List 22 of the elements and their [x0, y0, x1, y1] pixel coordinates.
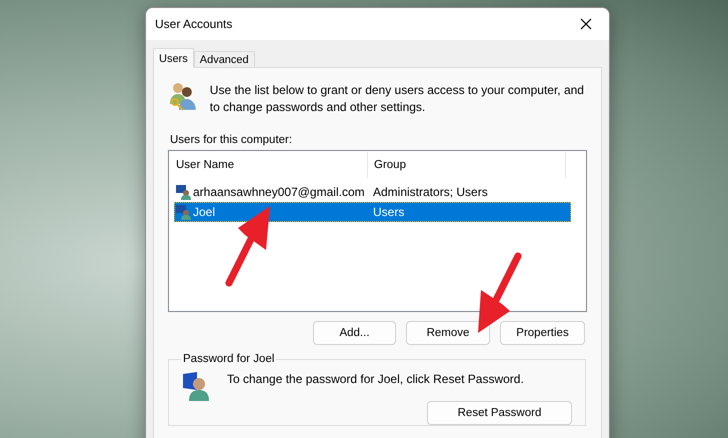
group-title: Password for Joel — [182, 353, 276, 365]
password-text: To change the password for Joel, click Reset Password. — [227, 372, 524, 386]
user-group: Administrators; Users — [373, 185, 563, 199]
intro-text: Use the list below to grant or deny users access to your computer, and to change passwords and other settings. — [210, 82, 585, 116]
window-title: User Accounts — [155, 17, 232, 31]
dialog-button[interactable]: Properties — [500, 321, 585, 345]
close-icon — [580, 18, 592, 30]
user-computer-icon — [175, 184, 191, 200]
list-label: Users for this computer: — [170, 134, 294, 146]
users-key-icon — [168, 80, 198, 112]
reset-password-button[interactable]: Reset Password — [427, 401, 572, 425]
user-group: Users — [373, 205, 563, 219]
user-computer-icon — [175, 204, 191, 220]
user-row[interactable]: arhaansawhney007@gmail.com Administrators; Users — [174, 182, 571, 202]
user-row[interactable]: Joel Users — [174, 202, 571, 222]
tab[interactable]: Users — [153, 48, 194, 68]
tab[interactable]: Advanced — [194, 51, 255, 68]
dialog-button[interactable]: Add... — [313, 321, 396, 345]
user-computer-icon — [181, 371, 209, 401]
user-name: arhaansawhney007@gmail.com — [193, 185, 366, 199]
dialog-button[interactable]: Remove — [406, 321, 490, 345]
user-name: Joel — [193, 205, 216, 219]
